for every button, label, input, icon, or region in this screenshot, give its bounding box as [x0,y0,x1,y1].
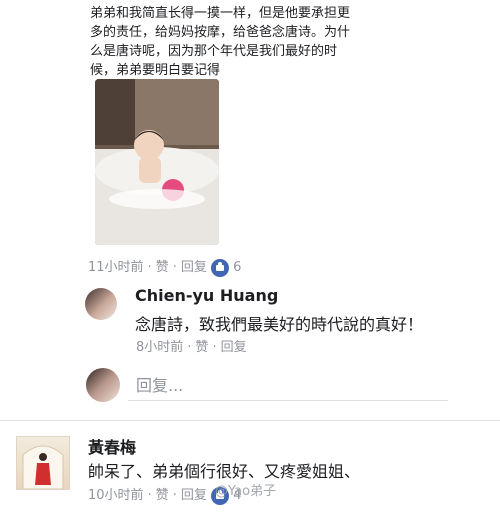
meta-separator: · [172,488,177,503]
current-user-avatar [86,368,120,402]
avatar[interactable] [85,288,117,320]
like-link[interactable]: 赞 [156,488,169,503]
like-reaction-icon[interactable] [211,258,229,277]
reply-text: 念唐詩，致我們最美好的時代說的真好！ [135,315,424,334]
like-link[interactable]: 赞 [156,260,169,275]
person-illustration [22,445,64,490]
comment-photo[interactable] [95,79,219,245]
comment-author-name[interactable]: 黃春梅 [88,434,136,458]
watermark: @Yao弟子 [215,484,277,499]
reply-author-name[interactable]: Chien-yu Huang [135,286,278,305]
comment-divider [0,420,500,421]
meta-separator: · [187,340,192,355]
reply-input[interactable]: 回复... [128,372,448,401]
comment-text: 弟弟和我简直长得一摸一样，但是他要承担更 多的责任，给妈妈按摩，给爸爸念唐诗。为… [90,6,351,78]
reply-time: 8小时前 [136,340,184,355]
reply-meta: 8小时前 · 赞 · 回复 [136,336,247,355]
meta-separator: · [212,340,217,355]
meta-separator: · [147,260,152,275]
comment-meta: 11小时前 · 赞 · 回复 6 [88,256,241,277]
reply-like-link[interactable]: 赞 [195,340,208,355]
comment-text: 帥呆了、弟弟個行很好、又疼愛姐姐、 [88,462,361,481]
avatar[interactable] [16,436,70,490]
comment-time: 10小时前 [88,488,144,503]
bath-photo-illustration [95,79,219,245]
reply-reply-link[interactable]: 回复 [221,340,247,355]
meta-separator: · [147,488,152,503]
reply-link[interactable]: 回复 [181,488,207,503]
meta-separator: · [172,260,177,275]
reply-link[interactable]: 回复 [181,260,207,275]
comment-time: 11小时前 [88,260,144,275]
reaction-count[interactable]: 6 [233,260,241,275]
